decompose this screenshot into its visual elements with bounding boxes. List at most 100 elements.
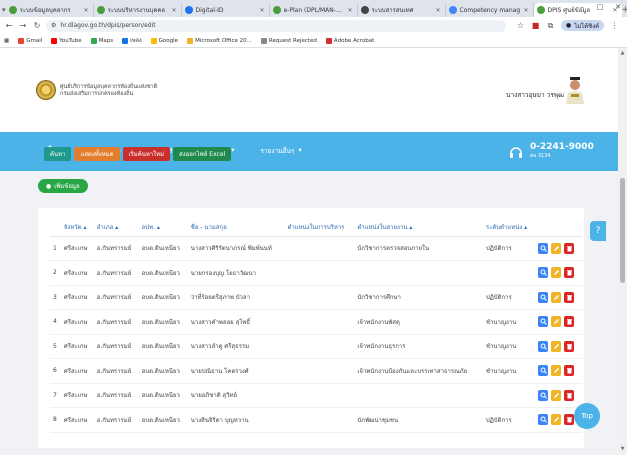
edit-button[interactable]: [551, 365, 562, 377]
search-icon: [540, 416, 547, 424]
table-row: 1 ศรีสะเกษ อ.กันทรารมย์ อบต.ดินเหนียว นางสาว…: [50, 236, 582, 261]
cell-org: อบต.ดินเหนียว: [138, 285, 188, 310]
reload-icon[interactable]: ↻: [32, 20, 42, 32]
bookmark-label: เพลง: [130, 37, 142, 44]
column-header[interactable]: จังหวัด ▴: [60, 218, 94, 237]
column-header[interactable]: ชื่อ - นามสกุล: [187, 218, 285, 237]
cell-line-pos: เจ้าพนักงานป้องกันและบรรเทาสาธารณภัย: [354, 358, 483, 384]
nav-item[interactable]: รายงานอื่นๆ: [260, 146, 294, 156]
cell-line-pos: [354, 383, 483, 408]
table-row: 2 ศรีสะเกษ อ.กันทรารมย์ อบต.ดินเหนียว นายกรอ…: [50, 260, 582, 286]
bookmark-item[interactable]: Request Rejected: [260, 37, 317, 44]
apps-grid-icon[interactable]: ▦: [4, 38, 9, 44]
bookmark-item[interactable]: YouTube: [51, 37, 82, 44]
bookmark-item[interactable]: Microsoft Office 20...: [187, 37, 252, 44]
close-window-button[interactable]: ✕: [609, 0, 627, 14]
cell-name: นางสาวคำพลอย สุโพธิ์: [187, 309, 285, 335]
bookmark-star-icon[interactable]: ☆: [516, 21, 525, 30]
delete-button[interactable]: [564, 340, 575, 352]
edit-button[interactable]: [551, 389, 562, 401]
edit-button[interactable]: [551, 242, 562, 254]
show-all-button[interactable]: แสดงทั้งหมด: [74, 147, 120, 161]
sort-arrow-icon: ▴: [407, 223, 413, 231]
edit-button[interactable]: [551, 340, 562, 352]
search-button[interactable]: ค้นหา: [44, 147, 72, 161]
view-button[interactable]: [538, 316, 549, 328]
column-header[interactable]: อำเภอ ▴: [93, 218, 139, 237]
column-header[interactable]: อปท. ▴: [138, 218, 188, 237]
column-header[interactable]: ตำแหน่งในสายงาน ▴: [354, 218, 483, 237]
results-table: จังหวัด ▴ อำเภอ ▴ อปท. ▴ ชื่อ - นามสกุล ตำแห…: [50, 218, 582, 433]
export-excel-button[interactable]: ส่งออกไฟล์ Excel: [173, 147, 232, 161]
delete-button[interactable]: [564, 242, 575, 254]
column-header[interactable]: ระดับตำแหน่ง ▴: [482, 218, 536, 237]
tab-close-icon[interactable]: ✕: [84, 7, 90, 14]
tab-close-icon[interactable]: ✕: [524, 7, 530, 14]
cell-district: อ.กันทรารมย์: [93, 334, 139, 359]
delete-button[interactable]: [564, 291, 575, 303]
page-scrollbar[interactable]: ▲ ▼: [618, 48, 627, 455]
bookmark-favicon-icon: [325, 37, 332, 44]
search-icon: [540, 318, 547, 326]
extension-pdf-icon[interactable]: ■: [531, 21, 540, 30]
browser-tab[interactable]: ระบบสารสนเทศ ✕: [358, 3, 446, 17]
edit-button[interactable]: [551, 267, 562, 279]
trash-icon: [566, 392, 572, 399]
edit-button[interactable]: [551, 291, 562, 303]
table-body: 1 ศรีสะเกษ อ.กันทรารมย์ อบต.ดินเหนียว นางสาว…: [50, 236, 582, 433]
column-header[interactable]: ตำแหน่งในการบริหาร: [284, 218, 355, 237]
maximize-button[interactable]: □: [591, 0, 609, 14]
browser-tab[interactable]: ระบบบริหารงานบุคคล ✕: [94, 3, 182, 17]
scroll-down-icon[interactable]: ▼: [619, 446, 626, 453]
view-button[interactable]: [538, 267, 549, 279]
tab-close-icon[interactable]: ✕: [348, 7, 354, 14]
delete-button[interactable]: [564, 414, 575, 426]
back-to-top-button[interactable]: Top: [574, 403, 600, 429]
back-icon[interactable]: ←: [4, 20, 14, 32]
browser-tab[interactable]: Competency manag ✕: [446, 3, 534, 17]
view-button[interactable]: [538, 242, 549, 254]
browser-tab[interactable]: e-Plan (DPL/MAN-90) ✕: [270, 3, 358, 17]
column-header-label: ตำแหน่งในสายงาน: [357, 223, 408, 231]
browser-tab[interactable]: Digital-ID ✕: [182, 3, 270, 17]
cell-name: นางสาวลำดู ศรีสุธรรม: [187, 334, 285, 359]
delete-button[interactable]: [564, 389, 575, 401]
bookmark-item[interactable]: เพลง: [122, 37, 142, 45]
delete-button[interactable]: [564, 316, 575, 328]
view-button[interactable]: [538, 414, 549, 426]
add-record-button[interactable]: ● เพิ่มข้อมูล: [38, 179, 88, 193]
sort-arrow-icon: ▴: [154, 223, 160, 231]
edit-button[interactable]: [551, 316, 562, 328]
bookmark-item[interactable]: Google: [150, 37, 178, 44]
minimize-button[interactable]: –: [573, 0, 591, 14]
help-tab[interactable]: ?: [590, 221, 606, 241]
scrollbar-thumb[interactable]: [620, 178, 625, 283]
browser-menu-icon[interactable]: ⋮: [610, 21, 619, 30]
delete-button[interactable]: [564, 365, 575, 377]
bookmark-item[interactable]: Maps: [90, 37, 113, 44]
user-avatar[interactable]: [564, 76, 586, 104]
view-button[interactable]: [538, 365, 549, 377]
column-header-label: จังหวัด: [63, 223, 82, 231]
cell-admin-pos: [284, 358, 355, 384]
tab-close-icon[interactable]: ✕: [260, 7, 266, 14]
bookmark-item[interactable]: Gmail: [18, 37, 42, 44]
delete-button[interactable]: [564, 267, 575, 279]
view-button[interactable]: [538, 389, 549, 401]
reset-search-button[interactable]: เริ่มค้นหาใหม่: [122, 147, 171, 161]
url-field[interactable]: ⚙ hr.dlagov.go.th/dpis/person/edit: [46, 19, 506, 32]
site-info-icon[interactable]: ⚙: [51, 22, 56, 29]
edit-button[interactable]: [551, 414, 562, 426]
view-button[interactable]: [538, 291, 549, 303]
pencil-icon: [553, 417, 559, 423]
extensions-icon[interactable]: ⧉: [546, 21, 555, 30]
bookmark-item[interactable]: Adobe Acrobat: [325, 37, 374, 44]
forward-icon[interactable]: →: [18, 20, 28, 32]
browser-tab[interactable]: ระบบข้อมูลบุคลากร ✕: [6, 3, 94, 17]
tab-close-icon[interactable]: ✕: [436, 7, 442, 14]
tab-close-icon[interactable]: ✕: [172, 7, 178, 14]
profile-button[interactable]: ● ไม่ได้ซิงค์: [561, 20, 605, 31]
user-name[interactable]: นางสาวอุษมา วรพุฒ: [506, 90, 564, 100]
view-button[interactable]: [538, 340, 549, 352]
scroll-up-icon[interactable]: ▲: [619, 50, 626, 57]
